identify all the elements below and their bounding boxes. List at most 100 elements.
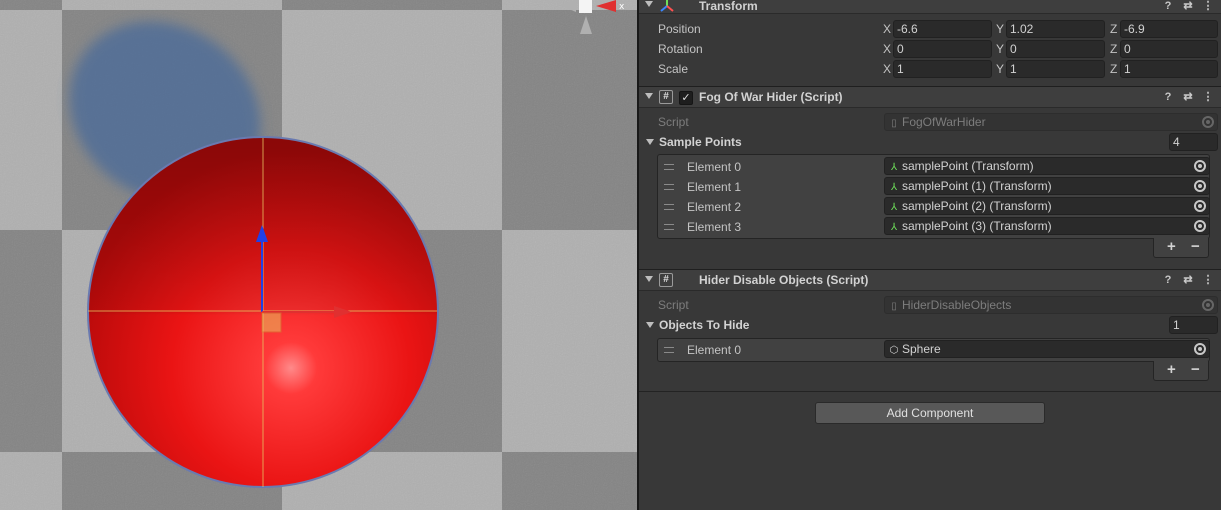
sample-point-field-2[interactable]: ⅄ samplePoint (2) (Transform) bbox=[884, 197, 1210, 215]
target-circle-icon[interactable] bbox=[1194, 160, 1206, 172]
script-field: ▯ FogOfWarHider bbox=[884, 113, 1218, 131]
position-label[interactable]: Position bbox=[658, 22, 701, 36]
scene-view[interactable]: x bbox=[0, 0, 637, 510]
gizmo-x-label: x bbox=[619, 2, 625, 12]
kebab-menu-icon[interactable]: ⋮ bbox=[1201, 90, 1215, 104]
help-icon[interactable]: ? bbox=[1161, 0, 1175, 13]
presets-icon[interactable]: ⇄ bbox=[1181, 0, 1195, 13]
drag-handle-icon[interactable] bbox=[664, 204, 674, 210]
fog-of-war-hider-header[interactable]: # ✓ Fog Of War Hider (Script) ? ⇄ ⋮ bbox=[639, 86, 1221, 108]
inspector-panel: Transform ? ⇄ ⋮ Position X -6.6 Y 1.02 Z… bbox=[639, 0, 1221, 510]
transform-axes-icon bbox=[660, 0, 674, 12]
sample-point-field-1[interactable]: ⅄ samplePoint (1) (Transform) bbox=[884, 177, 1210, 195]
script-value: HiderDisableObjects bbox=[902, 298, 1012, 312]
target-circle-icon[interactable] bbox=[1194, 220, 1206, 232]
rotation-label[interactable]: Rotation bbox=[658, 42, 703, 56]
object-reference-value: samplePoint (3) (Transform) bbox=[902, 219, 1052, 233]
script-label: Script bbox=[658, 115, 689, 129]
axis-y-label[interactable]: Y bbox=[996, 22, 1004, 36]
drag-handle-icon[interactable] bbox=[664, 164, 674, 170]
scene-canvas[interactable]: x bbox=[0, 0, 637, 510]
list-footer: + − bbox=[1153, 238, 1209, 258]
plane-handle[interactable] bbox=[261, 312, 282, 333]
object-to-hide-field-0[interactable]: ⬡ Sphere bbox=[884, 340, 1210, 358]
presets-icon[interactable]: ⇄ bbox=[1181, 273, 1195, 287]
hash-script-icon: # bbox=[659, 273, 673, 287]
target-circle-icon[interactable] bbox=[1194, 200, 1206, 212]
help-icon[interactable]: ? bbox=[1161, 273, 1175, 287]
axis-y-label[interactable]: Y bbox=[996, 62, 1004, 76]
rotation-z-field[interactable]: 0 bbox=[1120, 40, 1218, 58]
drag-handle-icon[interactable] bbox=[664, 184, 674, 190]
fold-arrow-icon[interactable] bbox=[645, 93, 653, 99]
sample-points-size-field[interactable]: 4 bbox=[1169, 133, 1218, 151]
script-label: Script bbox=[658, 298, 689, 312]
kebab-menu-icon[interactable]: ⋮ bbox=[1201, 0, 1215, 13]
transform-axes-icon: ⅄ bbox=[890, 222, 898, 233]
add-component-button[interactable]: Add Component bbox=[815, 402, 1045, 424]
fold-arrow-icon[interactable] bbox=[645, 1, 653, 7]
script-value: FogOfWarHider bbox=[902, 115, 986, 129]
list-item-label: Element 3 bbox=[687, 220, 742, 234]
kebab-menu-icon[interactable]: ⋮ bbox=[1201, 273, 1215, 287]
axis-z-label[interactable]: Z bbox=[1110, 62, 1117, 76]
cube-icon: ⬡ bbox=[889, 345, 899, 356]
list-footer: + − bbox=[1153, 361, 1209, 381]
add-element-button[interactable]: + bbox=[1167, 361, 1176, 379]
list-item-label: Element 1 bbox=[687, 180, 742, 194]
document-icon: ▯ bbox=[891, 118, 897, 129]
axis-z-label[interactable]: Z bbox=[1110, 22, 1117, 36]
transform-title: Transform bbox=[699, 0, 758, 13]
fog-of-war-hider-title: Fog Of War Hider (Script) bbox=[699, 90, 843, 104]
rotation-y-field[interactable]: 0 bbox=[1006, 40, 1105, 58]
drag-handle-icon[interactable] bbox=[664, 347, 674, 353]
script-field: ▯ HiderDisableObjects bbox=[884, 296, 1218, 314]
transform-header[interactable]: Transform ? ⇄ ⋮ bbox=[639, 0, 1221, 14]
scale-x-field[interactable]: 1 bbox=[893, 60, 992, 78]
remove-element-button[interactable]: − bbox=[1191, 361, 1200, 379]
transform-axes-icon: ⅄ bbox=[890, 182, 898, 193]
fold-arrow-icon[interactable] bbox=[645, 276, 653, 282]
list-item-label: Element 2 bbox=[687, 200, 742, 214]
axis-x-label[interactable]: X bbox=[883, 22, 891, 36]
object-reference-value: Sphere bbox=[902, 342, 941, 356]
rotation-x-field[interactable]: 0 bbox=[893, 40, 992, 58]
axis-z-label[interactable]: Z bbox=[1110, 42, 1117, 56]
axis-x-label[interactable]: X bbox=[883, 42, 891, 56]
object-reference-value: samplePoint (2) (Transform) bbox=[902, 199, 1052, 213]
position-x-field[interactable]: -6.6 bbox=[893, 20, 992, 38]
axis-y-label[interactable]: Y bbox=[996, 42, 1004, 56]
remove-element-button[interactable]: − bbox=[1191, 238, 1200, 256]
hash-script-icon: # bbox=[659, 90, 673, 104]
list-item-label: Element 0 bbox=[687, 160, 742, 174]
divider-line bbox=[639, 391, 1221, 392]
presets-icon[interactable]: ⇄ bbox=[1181, 90, 1195, 104]
hider-disable-objects-header[interactable]: # Hider Disable Objects (Script) ? ⇄ ⋮ bbox=[639, 269, 1221, 291]
transform-axes-icon: ⅄ bbox=[890, 162, 898, 173]
component-enabled-checkbox[interactable]: ✓ bbox=[679, 91, 693, 105]
sample-points-label[interactable]: Sample Points bbox=[659, 135, 742, 149]
position-y-field[interactable]: 1.02 bbox=[1006, 20, 1105, 38]
help-icon[interactable]: ? bbox=[1161, 90, 1175, 104]
scale-label[interactable]: Scale bbox=[658, 62, 688, 76]
list-item-label: Element 0 bbox=[687, 343, 742, 357]
target-circle-icon bbox=[1202, 116, 1214, 128]
fold-arrow-icon[interactable] bbox=[646, 139, 654, 145]
axis-x-label[interactable]: X bbox=[883, 62, 891, 76]
object-reference-value: samplePoint (1) (Transform) bbox=[902, 179, 1052, 193]
target-circle-icon[interactable] bbox=[1194, 343, 1206, 355]
target-circle-icon[interactable] bbox=[1194, 180, 1206, 192]
fold-arrow-icon[interactable] bbox=[646, 322, 654, 328]
position-z-field[interactable]: -6.9 bbox=[1120, 20, 1218, 38]
document-icon: ▯ bbox=[891, 301, 897, 312]
drag-handle-icon[interactable] bbox=[664, 224, 674, 230]
sample-point-field-3[interactable]: ⅄ samplePoint (3) (Transform) bbox=[884, 217, 1210, 235]
objects-to-hide-label[interactable]: Objects To Hide bbox=[659, 318, 749, 332]
add-element-button[interactable]: + bbox=[1167, 238, 1176, 256]
object-reference-value: samplePoint (Transform) bbox=[902, 159, 1034, 173]
scale-z-field[interactable]: 1 bbox=[1120, 60, 1218, 78]
objects-to-hide-size-field[interactable]: 1 bbox=[1169, 316, 1218, 334]
transform-axes-icon: ⅄ bbox=[890, 202, 898, 213]
scale-y-field[interactable]: 1 bbox=[1006, 60, 1105, 78]
sample-point-field-0[interactable]: ⅄ samplePoint (Transform) bbox=[884, 157, 1210, 175]
